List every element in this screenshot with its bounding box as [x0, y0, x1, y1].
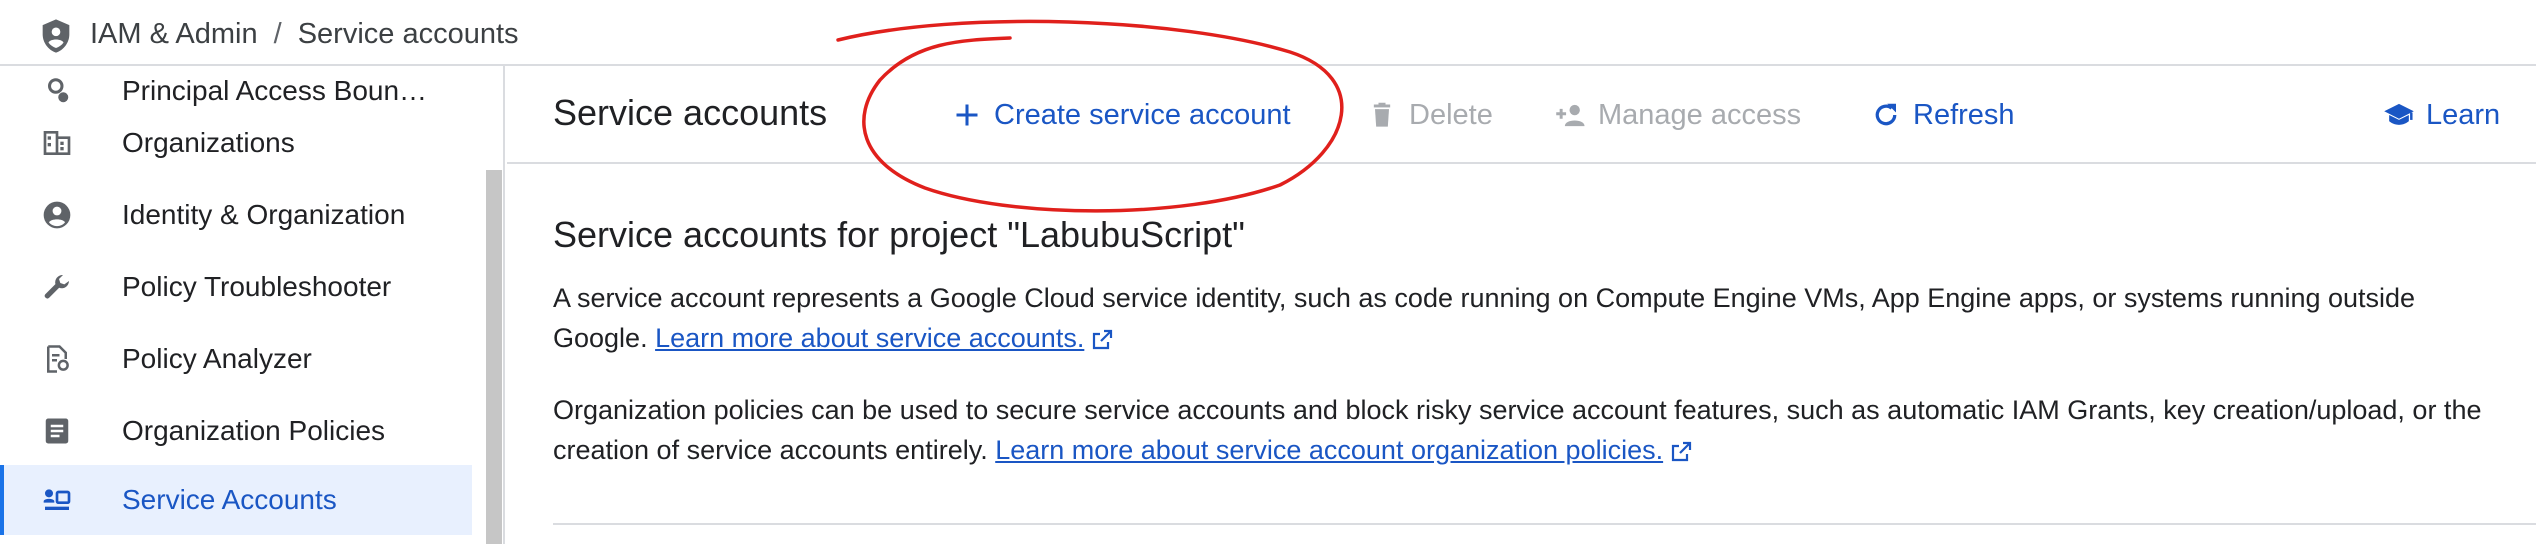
sidebar-item-policy-analyzer[interactable]: Policy Analyzer [0, 324, 472, 394]
breadcrumb-current: Service accounts [297, 18, 519, 50]
school-icon [2382, 98, 2416, 132]
document-list-icon [38, 412, 76, 450]
sidebar-item-label: Organizations [122, 127, 295, 158]
breadcrumb-parent-link[interactable]: IAM & Admin [90, 18, 258, 50]
policy-analyzer-icon [38, 340, 76, 378]
delete-button[interactable]: Delete [1365, 90, 1493, 140]
wrench-icon [38, 268, 76, 306]
service-account-icon [38, 481, 76, 519]
shield-icon [42, 19, 70, 53]
sidebar-item-service-accounts[interactable]: Service Accounts [0, 465, 472, 535]
sidebar-item-label: Organization Policies [122, 415, 386, 446]
breadcrumb-separator: / [273, 18, 282, 50]
sidebar-item-label: Policy Troubleshooter [122, 271, 392, 302]
external-link-icon [1093, 329, 1113, 349]
page-title: Service accounts [553, 92, 828, 133]
create-service-account-button[interactable]: Create service account [950, 90, 1291, 140]
sidebar: Principal Access Boun… Organizations Ide… [0, 66, 505, 544]
delete-label: Delete [1409, 98, 1493, 131]
sidebar-item-organizations[interactable]: Organizations [0, 108, 472, 178]
learn-more-service-accounts-link[interactable]: Learn more about service accounts. [655, 323, 1084, 353]
sidebar-item-label: Identity & Organization [122, 199, 406, 230]
learn-label: Learn [2426, 98, 2501, 131]
active-indicator [0, 465, 4, 535]
manage-access-button[interactable]: Manage access [1554, 90, 1801, 140]
account-circle-icon [38, 196, 76, 234]
sidebar-item-identity-organization[interactable]: Identity & Organization [0, 180, 472, 250]
sidebar-item-policy-troubleshooter[interactable]: Policy Troubleshooter [0, 252, 472, 322]
trash-icon [1365, 98, 1399, 132]
sidebar-item-label: Policy Analyzer [122, 343, 312, 374]
refresh-button[interactable]: Refresh [1869, 90, 2015, 140]
external-link-icon [1672, 441, 1692, 461]
learn-more-org-policies-link[interactable]: Learn more about service account organiz… [995, 435, 1663, 465]
principal-access-icon [38, 72, 76, 110]
sidebar-item-label: Service Accounts [122, 484, 337, 515]
service-account-description: A service account represents a Google Cl… [553, 278, 2513, 358]
learn-button[interactable]: Learn [2382, 90, 2500, 140]
organizations-icon [38, 124, 76, 162]
content-divider [553, 523, 2536, 525]
page-toolbar: Service accounts Create service account … [507, 66, 2536, 164]
org-policies-description: Organization policies can be used to sec… [553, 390, 2513, 470]
sidebar-scrollbar[interactable] [486, 170, 502, 544]
sidebar-item-organization-policies[interactable]: Organization Policies [0, 396, 472, 466]
top-bar: IAM & Admin / Service accounts [0, 0, 2536, 66]
refresh-icon [1869, 98, 1903, 132]
refresh-label: Refresh [1913, 98, 2015, 131]
section-heading: Service accounts for project "LabubuScri… [553, 214, 1245, 255]
breadcrumb: IAM & Admin / Service accounts [90, 18, 519, 51]
person-add-icon [1554, 98, 1588, 132]
sidebar-item-label: Principal Access Boun… [122, 75, 428, 106]
create-service-account-label: Create service account [994, 98, 1291, 131]
plus-icon [950, 98, 984, 132]
manage-access-label: Manage access [1598, 98, 1802, 131]
